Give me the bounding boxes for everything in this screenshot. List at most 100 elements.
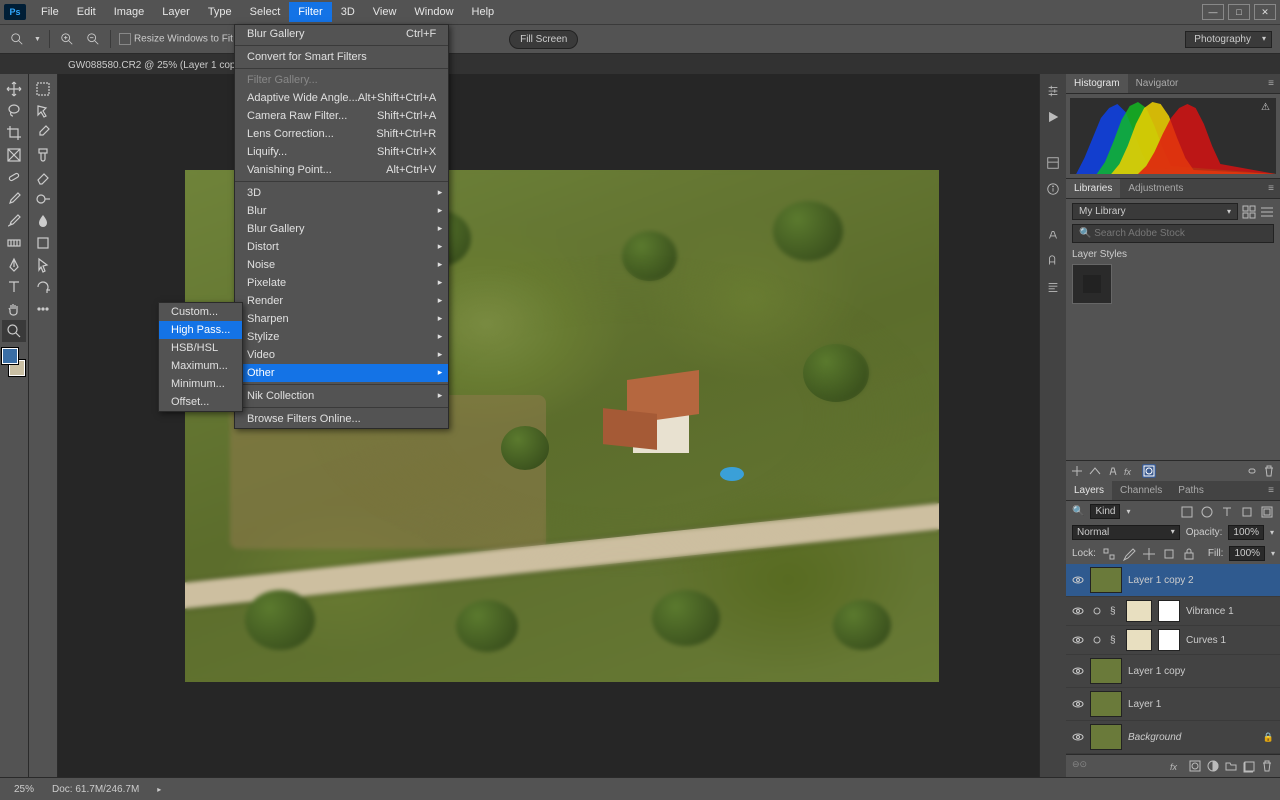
- filter-adj-icon[interactable]: [1200, 505, 1214, 519]
- adjustment-button[interactable]: [1206, 759, 1220, 773]
- menuitem-hsb-hsl[interactable]: HSB/HSL: [159, 339, 242, 357]
- color-swatches[interactable]: [0, 348, 28, 378]
- layer-name[interactable]: Layer 1 copy 2: [1128, 575, 1274, 586]
- quick-select-tool[interactable]: [31, 100, 55, 122]
- menu-file[interactable]: File: [32, 2, 68, 22]
- menu-window[interactable]: Window: [405, 2, 462, 22]
- menuitem-liquify-[interactable]: Liquify...Shift+Ctrl+X: [235, 143, 448, 161]
- lock-pixels-icon[interactable]: [1122, 547, 1136, 561]
- lasso-tool[interactable]: [2, 100, 26, 122]
- menuitem-blur[interactable]: Blur: [235, 202, 448, 220]
- menu-3d[interactable]: 3D: [332, 2, 364, 22]
- menuitem-camera-raw-filter-[interactable]: Camera Raw Filter...Shift+Ctrl+A: [235, 107, 448, 125]
- pen-tool[interactable]: [2, 254, 26, 276]
- crop-tool[interactable]: [2, 122, 26, 144]
- lock-artboard-icon[interactable]: [1162, 547, 1176, 561]
- link-icon[interactable]: [1244, 464, 1258, 478]
- menuitem-high-pass-[interactable]: High Pass...: [159, 321, 242, 339]
- dropdown-arrow-icon[interactable]: ▼: [34, 36, 41, 43]
- menu-layer[interactable]: Layer: [153, 2, 199, 22]
- menuitem-convert-for-smart-filters[interactable]: Convert for Smart Filters: [235, 48, 448, 66]
- layer-row[interactable]: §Curves 1: [1066, 626, 1280, 655]
- panel-menu-icon[interactable]: ≡: [1262, 481, 1280, 500]
- visibility-icon[interactable]: [1072, 574, 1084, 586]
- menu-filter[interactable]: Filter: [289, 2, 331, 22]
- info-icon[interactable]: [1044, 180, 1062, 198]
- mask-button[interactable]: [1188, 759, 1202, 773]
- paths-tab[interactable]: Paths: [1170, 481, 1212, 500]
- brush-tool[interactable]: [2, 188, 26, 210]
- layer-row[interactable]: Layer 1 copy: [1066, 655, 1280, 688]
- kind-filter[interactable]: Kind: [1090, 504, 1120, 519]
- hand-tool[interactable]: [2, 298, 26, 320]
- resize-windows-checkbox[interactable]: Resize Windows to Fit: [119, 33, 233, 45]
- menu-view[interactable]: View: [364, 2, 406, 22]
- panel-icon-1[interactable]: [1044, 154, 1062, 172]
- menuitem-nik-collection[interactable]: Nik Collection: [235, 387, 448, 405]
- layers-tab[interactable]: Layers: [1066, 481, 1112, 500]
- layer-name[interactable]: Curves 1: [1186, 635, 1274, 646]
- layer-row[interactable]: Background🔒: [1066, 721, 1280, 754]
- layer-style-thumb[interactable]: [1072, 264, 1112, 304]
- filter-smart-icon[interactable]: [1260, 505, 1274, 519]
- menuitem-distort[interactable]: Distort: [235, 238, 448, 256]
- library-search[interactable]: 🔍 Search Adobe Stock: [1072, 224, 1274, 243]
- navigator-tab[interactable]: Navigator: [1128, 74, 1187, 93]
- channels-tab[interactable]: Channels: [1112, 481, 1170, 500]
- clone-tool[interactable]: [31, 144, 55, 166]
- menu-help[interactable]: Help: [463, 2, 504, 22]
- menuitem-pixelate[interactable]: Pixelate: [235, 274, 448, 292]
- dodge-tool[interactable]: [31, 188, 55, 210]
- lock-lock-icon[interactable]: [1182, 547, 1196, 561]
- layer-action-3[interactable]: [1106, 464, 1120, 478]
- fill-screen-button[interactable]: Fill Screen: [509, 30, 578, 49]
- list-view-icon[interactable]: [1260, 205, 1274, 219]
- adjustment-icon[interactable]: [1044, 82, 1062, 100]
- spot-heal-tool[interactable]: [2, 166, 26, 188]
- gradient-tool[interactable]: [2, 232, 26, 254]
- zoom-tool-icon[interactable]: [8, 30, 26, 48]
- menu-image[interactable]: Image: [105, 2, 154, 22]
- panel-menu-icon[interactable]: ≡: [1262, 74, 1280, 93]
- menuitem-sharpen[interactable]: Sharpen: [235, 310, 448, 328]
- fill-value[interactable]: 100%: [1229, 546, 1265, 561]
- glyph-icon[interactable]: [1044, 252, 1062, 270]
- menuitem-custom-[interactable]: Custom...: [159, 303, 242, 321]
- warning-icon[interactable]: ⚠: [1261, 102, 1270, 113]
- menuitem-lens-correction-[interactable]: Lens Correction...Shift+Ctrl+R: [235, 125, 448, 143]
- history-brush-tool[interactable]: [2, 210, 26, 232]
- menuitem-browse-filters-online-[interactable]: Browse Filters Online...: [235, 410, 448, 428]
- group-button[interactable]: [1224, 759, 1238, 773]
- layer-fx-icon[interactable]: fx: [1124, 464, 1138, 478]
- eyedropper-tool[interactable]: [31, 122, 55, 144]
- layer-row[interactable]: Layer 1: [1066, 688, 1280, 721]
- layer-name[interactable]: Layer 1 copy: [1128, 666, 1274, 677]
- layer-name[interactable]: Background: [1128, 732, 1257, 743]
- layer-name[interactable]: Vibrance 1: [1186, 606, 1274, 617]
- zoom-level[interactable]: 25%: [14, 784, 34, 795]
- delete-button[interactable]: [1260, 759, 1274, 773]
- canvas-area[interactable]: [58, 74, 1065, 778]
- visibility-icon[interactable]: [1072, 665, 1084, 677]
- trash-icon[interactable]: [1262, 464, 1276, 478]
- layer-mask-icon[interactable]: [1142, 464, 1156, 478]
- libraries-tab[interactable]: Libraries: [1066, 179, 1120, 198]
- menuitem-render[interactable]: Render: [235, 292, 448, 310]
- layer-row[interactable]: §Vibrance 1: [1066, 597, 1280, 626]
- menuitem-adaptive-wide-angle-[interactable]: Adaptive Wide Angle...Alt+Shift+Ctrl+A: [235, 89, 448, 107]
- workspace-dropdown[interactable]: Photography: [1185, 31, 1272, 48]
- path-select-tool[interactable]: [31, 254, 55, 276]
- visibility-icon[interactable]: [1072, 731, 1084, 743]
- lock-all-icon[interactable]: [1102, 547, 1116, 561]
- play-icon[interactable]: [1044, 108, 1062, 126]
- opacity-value[interactable]: 100%: [1228, 525, 1264, 540]
- menuitem-blur-gallery[interactable]: Blur GalleryCtrl+F: [235, 25, 448, 43]
- visibility-icon[interactable]: [1072, 634, 1084, 646]
- menu-edit[interactable]: Edit: [68, 2, 105, 22]
- menuitem-other[interactable]: Other: [235, 364, 448, 382]
- zoom-in-icon[interactable]: [58, 30, 76, 48]
- menuitem-maximum-[interactable]: Maximum...: [159, 357, 242, 375]
- more-tools[interactable]: [31, 298, 55, 320]
- fx-button[interactable]: fx: [1170, 759, 1184, 773]
- marquee-tool[interactable]: [31, 78, 55, 100]
